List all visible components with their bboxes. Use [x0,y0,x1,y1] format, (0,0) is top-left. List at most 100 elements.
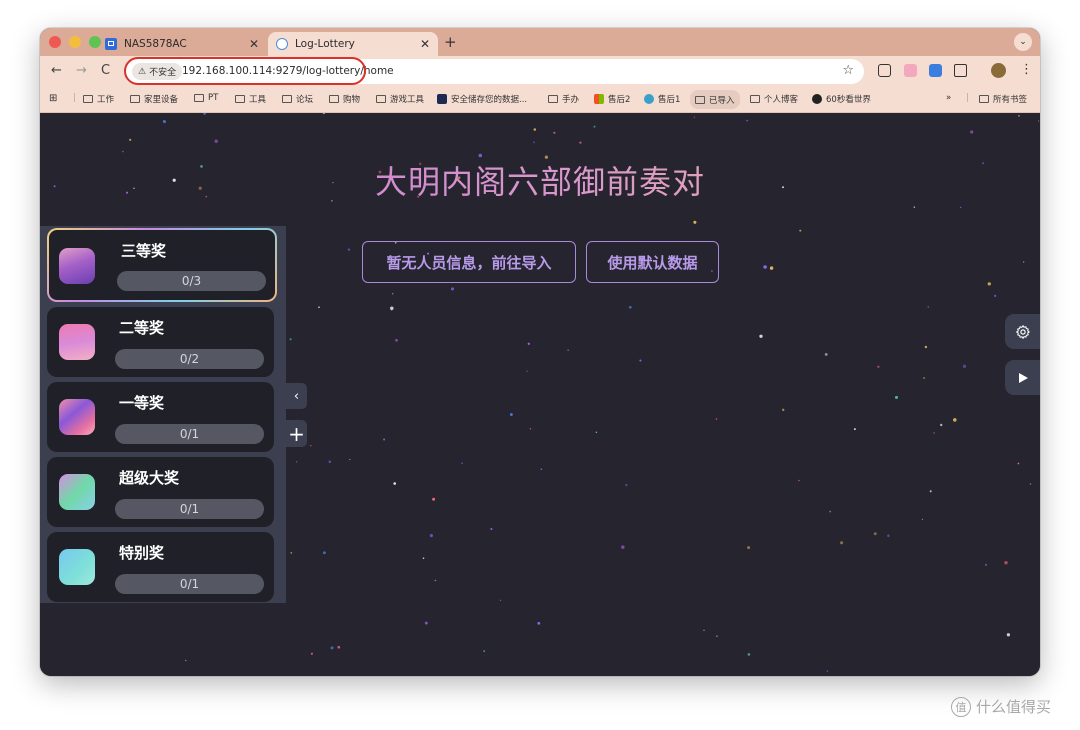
star-particle [1018,115,1020,117]
star-particle [840,541,844,545]
all-bookmarks-item[interactable]: 所有书签 [979,93,1027,105]
star-particle [962,364,967,368]
minimize-window-button[interactable] [69,36,81,48]
add-prize-button[interactable]: + [286,420,307,447]
extension-screenshot-icon[interactable] [878,64,891,77]
folder-icon [979,95,989,103]
bookmark-item[interactable]: 售后2 [594,93,630,105]
star-particle [129,138,132,141]
prize-progress: 0/3 [117,271,266,291]
play-music-button[interactable] [1005,360,1040,395]
star-particle [295,461,298,463]
prize-image [59,399,95,435]
bookmark-label: 游戏工具 [390,95,425,105]
collapse-panel-button[interactable]: ‹ [286,383,307,409]
bookmarks-overflow-button[interactable]: » [946,93,951,103]
forward-arrow-icon[interactable]: → [76,63,87,78]
bookmark-star-icon[interactable]: ☆ [842,63,854,78]
star-particle [913,206,915,208]
settings-button[interactable] [1005,314,1040,349]
folder-icon [548,95,558,103]
bookmark-label: 家里设备 [144,95,179,105]
prize-name: 二等奖 [119,319,165,337]
log-lottery-favicon-icon [276,38,288,50]
star-particle [527,342,530,345]
prize-progress: 0/2 [115,349,264,369]
bookmark-label: 售后1 [658,95,681,105]
star-particle [929,490,932,493]
prize-name: 特别奖 [119,544,165,562]
bookmark-item[interactable]: 游戏工具 [376,93,424,105]
star-particle [984,563,988,566]
bookmark-label: 售后2 [608,95,631,105]
bookmark-label: 个人博客 [764,95,799,105]
prize-card-grand[interactable]: 超级大奖 0/1 [47,457,274,527]
star-particle [959,206,962,209]
use-default-data-button[interactable]: 使用默认数据 [586,241,719,283]
bookmark-item[interactable]: 个人博客 [750,93,798,105]
lottery-page: 大明内阁六部御前奏对 暂无人员信息，前往导入 使用默认数据 三等奖 0/3 二等… [40,113,1040,676]
bookmark-item[interactable]: 售后1 [644,93,680,105]
extensions-puzzle-icon[interactable] [954,64,967,77]
folder-icon [130,95,140,103]
star-particle [337,645,341,649]
bookmark-item[interactable]: 家里设备 [130,93,178,105]
prize-card-first[interactable]: 一等奖 0/1 [47,382,274,452]
extension-blue-icon[interactable] [929,64,942,77]
tab-close-icon[interactable]: ✕ [249,37,259,51]
new-tab-button[interactable]: + [444,33,457,51]
star-particle [395,338,398,342]
star-particle [450,287,455,291]
tab-nas[interactable]: NAS5878AC ✕ [97,32,267,56]
folder-icon [750,95,760,103]
reload-icon[interactable]: C [101,63,110,78]
star-particle [953,418,957,422]
bookmark-label: 安全储存您的数据... [451,95,528,105]
star-particle [567,349,569,352]
browser-menu-icon[interactable]: ⋮ [1020,62,1033,77]
bookmark-item[interactable]: 安全储存您的数据... [437,93,527,105]
bookmark-item[interactable]: 购物 [329,93,360,105]
bookmark-item[interactable]: 60秒看世界 [812,93,871,105]
bookmark-label: 所有书签 [993,95,1028,105]
prize-card-third[interactable]: 三等奖 0/3 [47,228,277,302]
import-people-button[interactable]: 暂无人员信息，前往导入 [362,241,576,283]
prize-card-second[interactable]: 二等奖 0/2 [47,307,274,377]
star-particle [290,551,293,554]
star-particle [625,483,628,487]
star-particle [390,306,394,311]
bookmark-item[interactable]: 论坛 [282,93,313,105]
star-particle [873,532,877,536]
folder-icon [695,95,705,104]
apps-grid-icon[interactable]: ⊞ [49,93,57,104]
back-arrow-icon[interactable]: ← [51,63,62,78]
star-particle [1004,560,1008,565]
bookmark-item[interactable]: 工作 [83,93,114,105]
extension-pink-icon[interactable] [904,64,917,77]
star-particle [798,479,800,482]
star-particle [824,352,828,356]
star-particle [970,130,974,134]
star-particle [769,266,774,270]
star-particle [921,518,924,521]
play-icon [1018,372,1028,383]
bookmark-item[interactable]: 已导入 [690,90,740,109]
close-window-button[interactable] [49,36,61,48]
tab-close-icon[interactable]: ✕ [420,37,430,51]
prize-name: 一等奖 [119,394,165,412]
prize-card-special[interactable]: 特别奖 0/1 [47,532,274,602]
site-icon [437,94,447,104]
tab-search-chevron-icon[interactable]: ⌄ [1014,33,1032,51]
bookmark-item[interactable]: PT [194,93,218,103]
star-particle [887,534,890,538]
prize-name: 三等奖 [121,242,167,260]
tab-log-lottery[interactable]: Log-Lottery ✕ [268,32,438,56]
star-particle [923,377,925,379]
folder-icon [235,95,245,103]
bookmark-item[interactable]: 工具 [235,93,266,105]
bookmark-item[interactable]: 手办 [548,93,579,105]
star-particle [323,551,326,555]
prize-image [59,549,95,585]
profile-avatar[interactable] [991,63,1006,78]
star-particle [529,427,532,430]
